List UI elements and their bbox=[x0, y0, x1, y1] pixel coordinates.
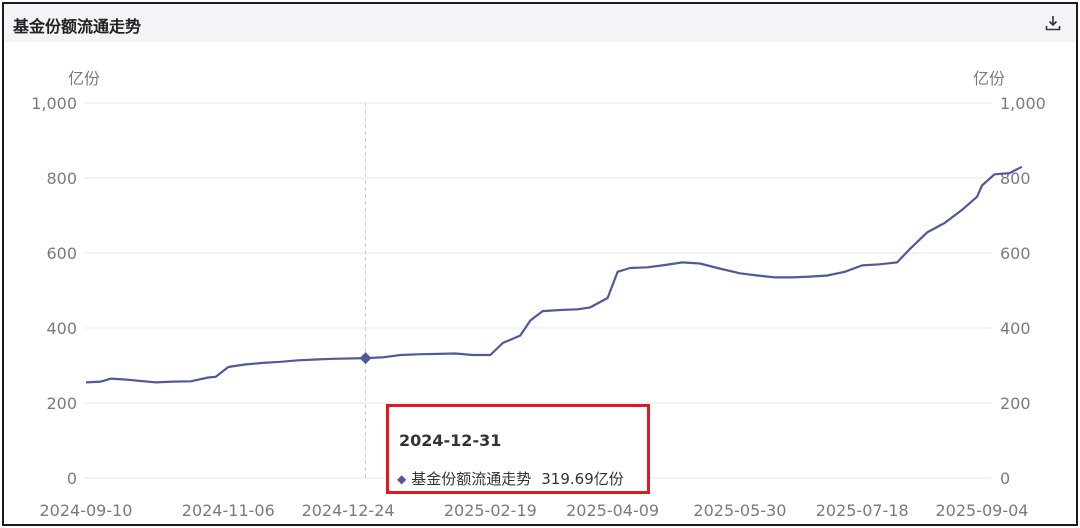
series-line bbox=[85, 165, 1023, 384]
tooltip-date: 2024-12-31 bbox=[399, 431, 502, 450]
y-tick-label-left: 600 bbox=[46, 244, 77, 263]
y-tick-label-right: 800 bbox=[1000, 169, 1031, 188]
diamond-icon: ◆ bbox=[397, 472, 407, 486]
tooltip-row: ◆ 基金份额流通走势 319.69亿份 bbox=[397, 468, 624, 489]
y-tick-label-left: 800 bbox=[46, 169, 77, 188]
x-tick-label: 2025-05-30 bbox=[693, 501, 786, 520]
y-unit-right: 亿份 bbox=[973, 69, 1005, 88]
y-tick-label-right: 400 bbox=[1000, 319, 1031, 338]
tooltip: 2024-12-31 ◆ 基金份额流通走势 319.69亿份 bbox=[386, 404, 650, 494]
tooltip-value: 319.69亿份 bbox=[541, 470, 624, 488]
chart-panel: 基金份额流通走势 0 0 200 200 400 400 600 600 800 800 1,000… bbox=[2, 2, 1078, 526]
x-tick-label: 2024-12-24 bbox=[302, 501, 395, 520]
y-tick-label-left: 0 bbox=[67, 469, 77, 488]
y-unit-left: 亿份 bbox=[68, 69, 100, 88]
x-tick-label: 2024-11-06 bbox=[182, 501, 275, 520]
x-tick-label: 2025-09-04 bbox=[936, 501, 1029, 520]
y-tick-label-right: 1,000 bbox=[1000, 94, 1046, 113]
x-tick-label: 2025-07-18 bbox=[816, 501, 909, 520]
y-tick-label-left: 400 bbox=[46, 319, 77, 338]
x-tick-label: 2025-02-19 bbox=[444, 501, 537, 520]
highlight-point[interactable] bbox=[359, 352, 372, 365]
y-tick-label-left: 1,000 bbox=[31, 94, 77, 113]
tooltip-series-name: 基金份额流通走势 bbox=[411, 470, 532, 488]
x-tick-label: 2024-09-10 bbox=[40, 501, 133, 520]
y-tick-label-left: 200 bbox=[46, 394, 77, 413]
y-tick-label-right: 600 bbox=[1000, 244, 1031, 263]
y-tick-label-right: 0 bbox=[1000, 469, 1010, 488]
x-tick-label: 2025-04-09 bbox=[566, 501, 659, 520]
y-tick-label-right: 200 bbox=[1000, 394, 1031, 413]
